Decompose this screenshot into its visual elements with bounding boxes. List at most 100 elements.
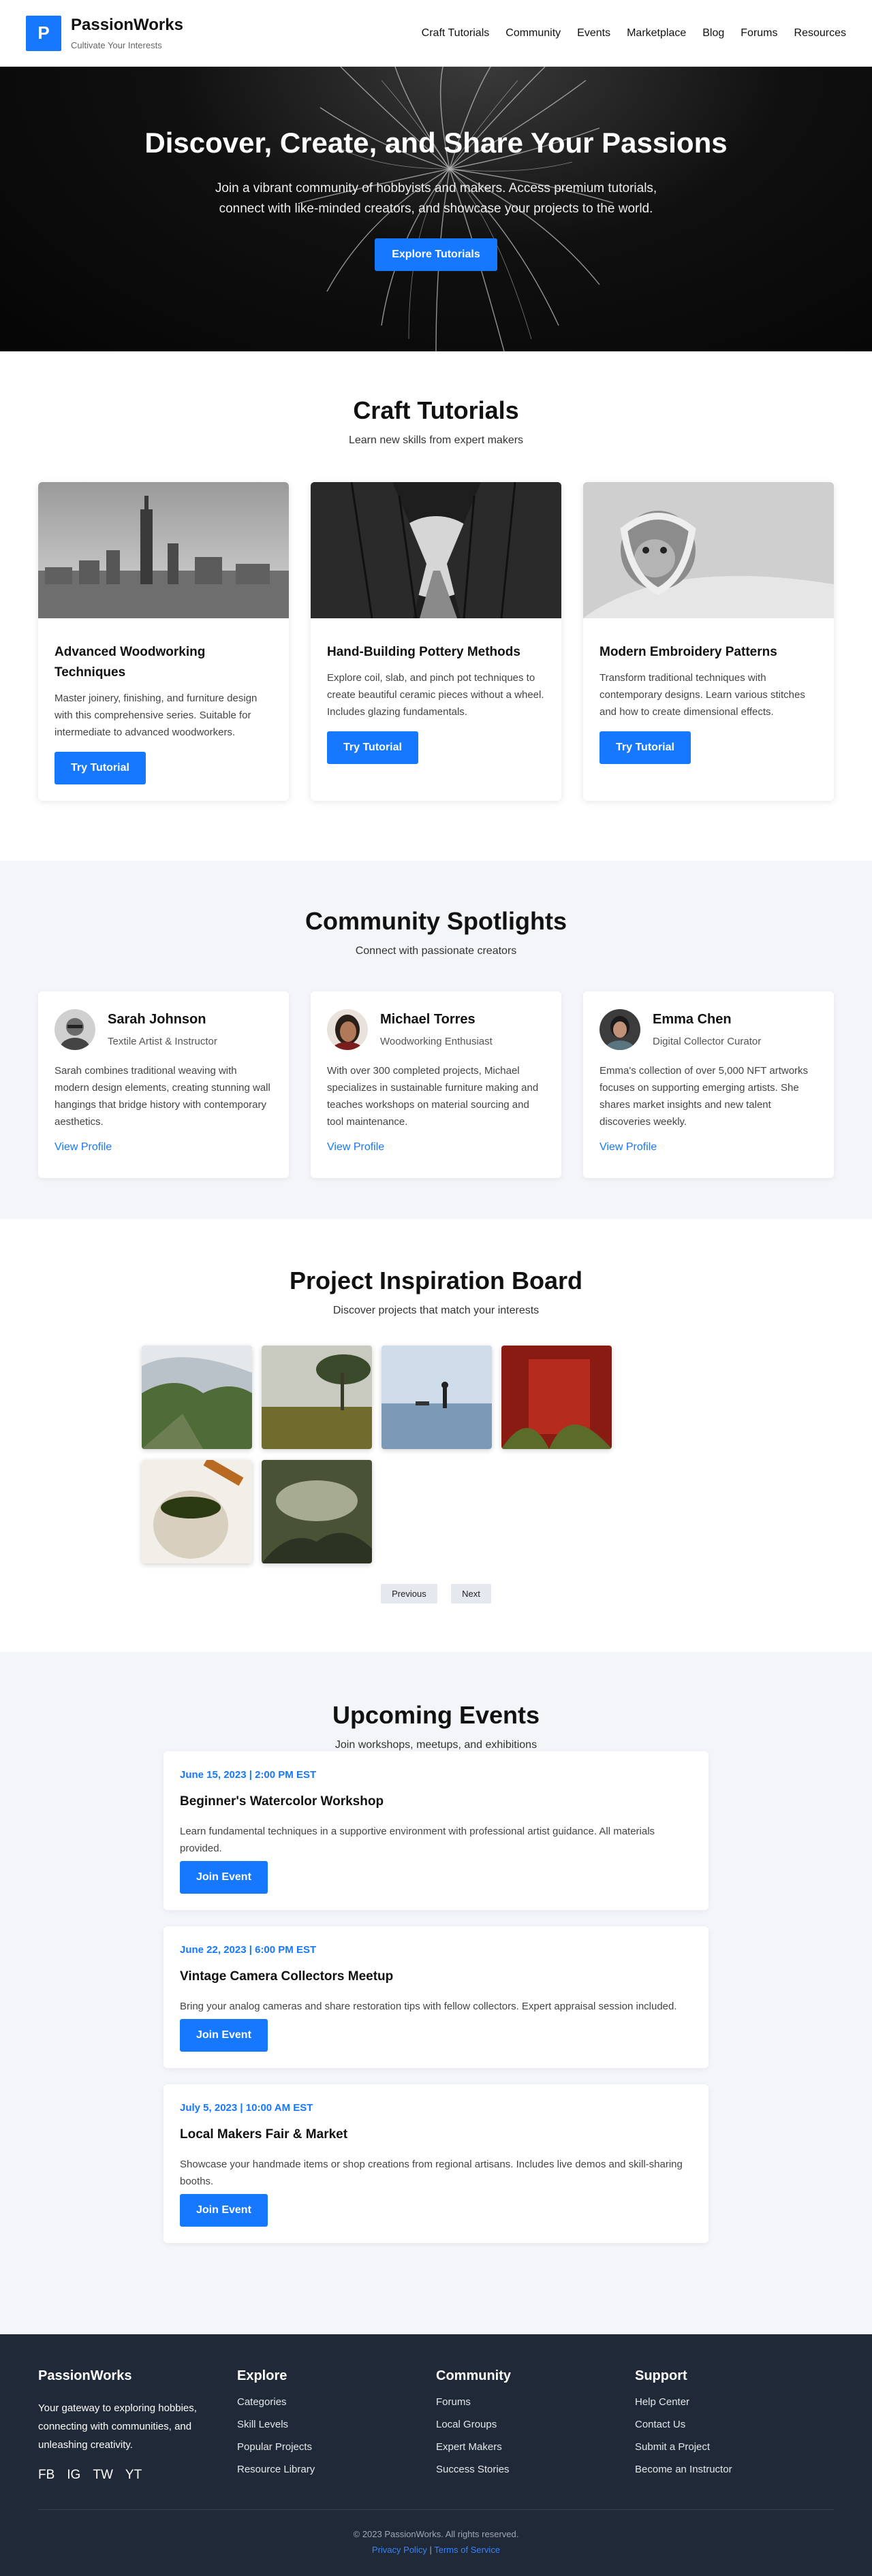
brand-tagline: Cultivate Your Interests <box>71 40 162 50</box>
footer-link-resource-library[interactable]: Resource Library <box>237 2464 436 2475</box>
person-name: Emma Chen <box>653 1012 732 1027</box>
community-title: Community Spotlights <box>305 907 567 935</box>
nav-blog[interactable]: Blog <box>702 27 724 39</box>
footer-link-popular-projects[interactable]: Popular Projects <box>237 2441 436 2453</box>
try-tutorial-button[interactable]: Try Tutorial <box>54 752 146 784</box>
footer-link-submit-project[interactable]: Submit a Project <box>635 2441 834 2453</box>
inspiration-tile[interactable] <box>382 1346 492 1449</box>
footer-link-help-center[interactable]: Help Center <box>635 2396 834 2408</box>
inspiration-tile[interactable] <box>142 1346 252 1449</box>
twitter-icon[interactable]: TW <box>93 2468 113 2483</box>
footer-link-local-groups[interactable]: Local Groups <box>436 2419 635 2430</box>
board-subtitle: Discover projects that match your intere… <box>332 1305 540 1316</box>
join-event-button[interactable]: Join Event <box>180 1861 268 1894</box>
view-profile-link[interactable]: View Profile <box>600 1141 657 1154</box>
event-description: Learn fundamental techniques in a suppor… <box>180 1826 655 1854</box>
nav-marketplace[interactable]: Marketplace <box>627 27 686 39</box>
tutorial-title: Modern Embroidery Patterns <box>600 645 777 659</box>
person-bio: With over 300 completed projects, Michae… <box>327 1065 539 1128</box>
nav-community[interactable]: Community <box>505 27 561 39</box>
footer-bottom: © 2023 PassionWorks. All rights reserved… <box>38 2509 834 2555</box>
join-event-button[interactable]: Join Event <box>180 2194 268 2227</box>
footer-link-forums[interactable]: Forums <box>436 2396 635 2408</box>
tutorial-card: Advanced Woodworking Techniques Master j… <box>38 482 289 801</box>
tutorials-title: Craft Tutorials <box>353 396 519 424</box>
person-name: Sarah Johnson <box>108 1012 206 1027</box>
footer-link-skill-levels[interactable]: Skill Levels <box>237 2419 436 2430</box>
spotlight-card: Emma Chen Digital Collector Curator Emma… <box>583 991 834 1178</box>
person-role: Textile Artist & Instructor <box>108 1036 217 1047</box>
events-subtitle: Join workshops, meetups, and exhibitions <box>334 1739 538 1751</box>
legal-separator: | <box>429 2545 432 2555</box>
events-title: Upcoming Events <box>332 1701 540 1729</box>
person-bio: Sarah combines traditional weaving with … <box>54 1065 270 1128</box>
tutorial-image-forest-path <box>311 482 561 619</box>
inspiration-board-section: Project Inspiration Board Discover proje… <box>0 1219 872 1652</box>
footer-about: PassionWorks Your gateway to exploring h… <box>38 2368 237 2486</box>
person-role: Digital Collector Curator <box>653 1036 762 1047</box>
inspiration-tile[interactable] <box>501 1346 612 1449</box>
footer-link-become-instructor[interactable]: Become an Instructor <box>635 2464 834 2475</box>
person-name: Michael Torres <box>380 1012 476 1027</box>
event-description: Bring your analog cameras and share rest… <box>180 2001 677 2012</box>
event-card: June 15, 2023 | 2:00 PM EST Beginner's W… <box>164 1751 708 1910</box>
event-title: Local Makers Fair & Market <box>180 2127 348 2142</box>
youtube-icon[interactable]: YT <box>125 2468 142 2483</box>
try-tutorial-button[interactable]: Try Tutorial <box>327 731 418 764</box>
event-title: Vintage Camera Collectors Meetup <box>180 1969 394 1984</box>
try-tutorial-button[interactable]: Try Tutorial <box>600 731 691 764</box>
footer-support-title: Support <box>635 2368 687 2383</box>
tutorial-card: Hand-Building Pottery Methods Explore co… <box>311 482 561 801</box>
nav-craft-tutorials[interactable]: Craft Tutorials <box>422 27 490 39</box>
tutorial-image-dog-blanket <box>583 482 834 618</box>
tutorials-subtitle: Learn new skills from expert makers <box>348 434 524 446</box>
instagram-icon[interactable]: IG <box>67 2468 80 2483</box>
brand: PassionWorks Cultivate Your Interests <box>71 16 183 50</box>
footer-community: Community Forums Local Groups Expert Mak… <box>436 2368 635 2486</box>
view-profile-link[interactable]: View Profile <box>327 1141 384 1154</box>
next-button[interactable]: Next <box>451 1584 491 1604</box>
spotlight-card: Michael Torres Woodworking Enthusiast Wi… <box>311 991 561 1178</box>
person-bio: Emma's collection of over 5,000 NFT artw… <box>600 1065 809 1128</box>
footer-link-expert-makers[interactable]: Expert Makers <box>436 2441 635 2453</box>
footer-explore-title: Explore <box>237 2368 287 2383</box>
inspiration-tile[interactable] <box>262 1346 372 1449</box>
site-footer: PassionWorks Your gateway to exploring h… <box>0 2334 872 2576</box>
footer-link-categories[interactable]: Categories <box>237 2396 436 2408</box>
community-subtitle: Connect with passionate creators <box>355 945 517 957</box>
board-title: Project Inspiration Board <box>289 1267 583 1294</box>
hero-text: Join a vibrant community of hobbyists an… <box>215 181 657 216</box>
join-event-button[interactable]: Join Event <box>180 2019 268 2052</box>
avatar <box>54 1009 95 1050</box>
tutorial-description: Explore coil, slab, and pinch pot techni… <box>327 672 544 718</box>
upcoming-events-section: Upcoming Events Join workshops, meetups,… <box>0 1652 872 2334</box>
nav-resources[interactable]: Resources <box>794 27 846 39</box>
community-spotlights-section: Community Spotlights Connect with passio… <box>0 861 872 1219</box>
inspiration-tile[interactable] <box>142 1460 252 1563</box>
footer-brand: PassionWorks <box>38 2368 132 2383</box>
tutorial-card: Modern Embroidery Patterns Transform tra… <box>583 482 834 801</box>
footer-about-text: Your gateway to exploring hobbies, conne… <box>38 2402 197 2451</box>
explore-tutorials-button[interactable]: Explore Tutorials <box>375 238 497 271</box>
brand-name[interactable]: PassionWorks <box>71 16 183 35</box>
spotlight-card: Sarah Johnson Textile Artist & Instructo… <box>38 991 289 1178</box>
hero-title: Discover, Create, and Share Your Passion… <box>144 127 728 159</box>
terms-of-service-link[interactable]: Terms of Service <box>434 2545 500 2555</box>
logo-mark[interactable]: P <box>26 15 61 51</box>
event-card: June 22, 2023 | 6:00 PM EST Vintage Came… <box>164 1926 708 2068</box>
event-card: July 5, 2023 | 10:00 AM EST Local Makers… <box>164 2084 708 2243</box>
nav-forums[interactable]: Forums <box>741 27 777 39</box>
inspiration-tile[interactable] <box>262 1460 372 1563</box>
view-profile-link[interactable]: View Profile <box>54 1141 112 1154</box>
previous-button[interactable]: Previous <box>381 1584 437 1604</box>
nav-events[interactable]: Events <box>577 27 610 39</box>
footer-link-contact-us[interactable]: Contact Us <box>635 2419 834 2430</box>
tutorial-title: Advanced Woodworking Techniques <box>54 645 206 680</box>
inspiration-grid <box>142 1346 730 1563</box>
privacy-policy-link[interactable]: Privacy Policy <box>372 2545 427 2555</box>
facebook-icon[interactable]: FB <box>38 2468 54 2483</box>
event-date: July 5, 2023 | 10:00 AM EST <box>180 2102 313 2114</box>
footer-support: Support Help Center Contact Us Submit a … <box>635 2368 834 2486</box>
copyright: © 2023 PassionWorks. All rights reserved… <box>353 2529 519 2539</box>
footer-link-success-stories[interactable]: Success Stories <box>436 2464 635 2475</box>
